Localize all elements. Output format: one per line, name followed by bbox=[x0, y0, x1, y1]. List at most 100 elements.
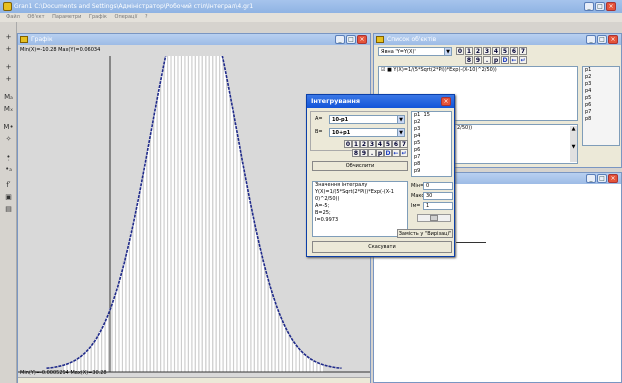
key-8[interactable]: 8 bbox=[465, 56, 473, 64]
key-4[interactable]: 4 bbox=[376, 140, 384, 148]
list-item[interactable]: p6 bbox=[412, 147, 451, 154]
cancel-button[interactable]: Скасувати bbox=[312, 241, 452, 253]
derivative-tool-icon[interactable]: fʹ bbox=[3, 180, 14, 190]
menu-graph[interactable]: Графік bbox=[89, 14, 107, 20]
key-p[interactable]: p bbox=[376, 149, 384, 157]
key-8[interactable]: 8 bbox=[352, 149, 360, 157]
maximize-icon[interactable]: □ bbox=[595, 2, 605, 11]
key-1[interactable]: 1 bbox=[465, 47, 473, 55]
list-item[interactable]: p7 bbox=[412, 154, 451, 161]
key-d[interactable]: D bbox=[384, 149, 392, 157]
key-9[interactable]: 9 bbox=[360, 149, 368, 157]
maximize-icon[interactable]: □ bbox=[597, 35, 607, 44]
key-2[interactable]: 2 bbox=[474, 47, 482, 55]
key-backspace[interactable]: ← bbox=[510, 56, 518, 64]
list-item[interactable]: p2 bbox=[412, 119, 451, 126]
list-item[interactable]: p3 bbox=[583, 81, 619, 88]
add-tool-icon[interactable]: + bbox=[3, 62, 14, 72]
list-item[interactable]: p8 bbox=[583, 116, 619, 123]
key-6[interactable]: 6 bbox=[510, 47, 518, 55]
key-dot[interactable]: . bbox=[483, 56, 491, 64]
key-p[interactable]: p bbox=[492, 56, 500, 64]
sparkle-tool-icon[interactable]: ✧ bbox=[3, 134, 14, 144]
dot-tool-icon[interactable]: •̣ bbox=[3, 152, 14, 162]
minimize-icon[interactable]: _ bbox=[586, 35, 596, 44]
list-item[interactable]: p3 bbox=[412, 126, 451, 133]
close-icon[interactable]: × bbox=[608, 35, 618, 44]
function-type-select[interactable]: Явна 'Y=Y(X)' ▼ bbox=[378, 47, 452, 56]
list-item[interactable]: p4 bbox=[412, 133, 451, 140]
dot-a-tool-icon[interactable]: •ₐ bbox=[3, 164, 14, 174]
close-icon[interactable]: × bbox=[441, 97, 451, 106]
integration-bar bbox=[202, 56, 206, 373]
key-7[interactable]: 7 bbox=[519, 47, 527, 55]
key-enter[interactable]: ↵ bbox=[519, 56, 527, 64]
minimize-icon[interactable]: _ bbox=[586, 174, 596, 183]
menu-file[interactable]: Файл bbox=[6, 14, 20, 20]
key-6[interactable]: 6 bbox=[392, 140, 400, 148]
key-3[interactable]: 3 bbox=[483, 47, 491, 55]
replace-button[interactable]: Замість у "Вирізаці" bbox=[397, 229, 453, 238]
checkbox-icon[interactable]: ☑ ■ bbox=[381, 67, 392, 73]
folder-icon[interactable]: ▣ bbox=[3, 192, 14, 202]
integration-bar bbox=[164, 56, 168, 373]
maximize-icon[interactable]: □ bbox=[346, 35, 356, 44]
add-tool-icon[interactable]: + bbox=[3, 44, 14, 54]
close-icon[interactable]: × bbox=[608, 174, 618, 183]
max-input[interactable]: 30 bbox=[423, 192, 453, 200]
dialog-params-list[interactable]: p1 15 p2 p3 p4 p5 p6 p7 p8 p9 bbox=[411, 111, 452, 177]
key-9[interactable]: 9 bbox=[474, 56, 482, 64]
key-dot[interactable]: . bbox=[368, 149, 376, 157]
minimize-icon[interactable]: _ bbox=[584, 2, 594, 11]
minimize-icon[interactable]: _ bbox=[335, 35, 345, 44]
key-enter[interactable]: ↵ bbox=[400, 149, 408, 157]
key-0[interactable]: 0 bbox=[456, 47, 464, 55]
list-item[interactable]: p4 bbox=[583, 88, 619, 95]
list-item[interactable]: p9 bbox=[412, 168, 451, 175]
key-3[interactable]: 3 bbox=[368, 140, 376, 148]
list-item[interactable]: p2 bbox=[583, 74, 619, 81]
list-item[interactable]: p5 bbox=[412, 140, 451, 147]
a-input[interactable]: 10-p1 ▼ bbox=[329, 115, 405, 124]
key-5[interactable]: 5 bbox=[501, 47, 509, 55]
maximize-icon[interactable]: □ bbox=[597, 174, 607, 183]
close-icon[interactable]: × bbox=[357, 35, 367, 44]
ma-tool-icon[interactable]: Mₐ bbox=[3, 92, 14, 102]
key-5[interactable]: 5 bbox=[384, 140, 392, 148]
list-item[interactable]: p6 bbox=[583, 102, 619, 109]
mx-tool-icon[interactable]: Mₓ bbox=[3, 104, 14, 114]
integration-bar bbox=[268, 286, 272, 373]
close-icon[interactable]: × bbox=[606, 2, 616, 11]
key-0[interactable]: 0 bbox=[344, 140, 352, 148]
b-input[interactable]: 10+p1 ▼ bbox=[329, 128, 405, 137]
key-backspace[interactable]: ← bbox=[392, 149, 400, 157]
m-dot-tool-icon[interactable]: M• bbox=[3, 122, 14, 132]
menu-object[interactable]: Об'єкт bbox=[27, 14, 44, 20]
step-slider[interactable] bbox=[417, 214, 451, 222]
object-params-list[interactable]: p1 p2 p3 p4 p5 p6 p7 p8 bbox=[582, 66, 620, 146]
text-area-scrollbar[interactable]: ▲ ▼ bbox=[570, 126, 577, 162]
result-text[interactable]: Значення інтегралу Y(X)=1/(5*Sqrt(2*Pi))… bbox=[312, 181, 408, 237]
menu-operations[interactable]: Операції bbox=[115, 14, 138, 20]
list-item[interactable]: p7 bbox=[583, 109, 619, 116]
menu-help[interactable]: ? bbox=[145, 14, 148, 20]
min-input[interactable]: 0 bbox=[423, 182, 453, 190]
graph-scrollbar[interactable] bbox=[18, 377, 370, 383]
list-item[interactable]: p1 15 bbox=[412, 112, 451, 119]
key-d[interactable]: D bbox=[501, 56, 509, 64]
menu-params[interactable]: Параметри bbox=[52, 14, 81, 20]
list-item[interactable]: p5 bbox=[583, 95, 619, 102]
key-4[interactable]: 4 bbox=[492, 47, 500, 55]
add-tool-icon[interactable]: + bbox=[3, 74, 14, 84]
key-7[interactable]: 7 bbox=[400, 140, 408, 148]
slider-thumb[interactable] bbox=[430, 215, 438, 221]
compute-button[interactable]: Обчислити bbox=[312, 161, 408, 171]
add-tool-icon[interactable]: + bbox=[3, 32, 14, 42]
key-1[interactable]: 1 bbox=[352, 140, 360, 148]
save-icon[interactable]: ▤ bbox=[3, 204, 14, 214]
key-2[interactable]: 2 bbox=[360, 140, 368, 148]
list-item[interactable]: p1 bbox=[583, 67, 619, 74]
step-input[interactable]: 1 bbox=[423, 202, 453, 210]
list-item[interactable]: p8 bbox=[412, 161, 451, 168]
list-item[interactable]: ☑ ■ Y(X)=1/(5*Sqrt(2*Pi))*Exp(-(X-10)^2/… bbox=[379, 67, 577, 74]
